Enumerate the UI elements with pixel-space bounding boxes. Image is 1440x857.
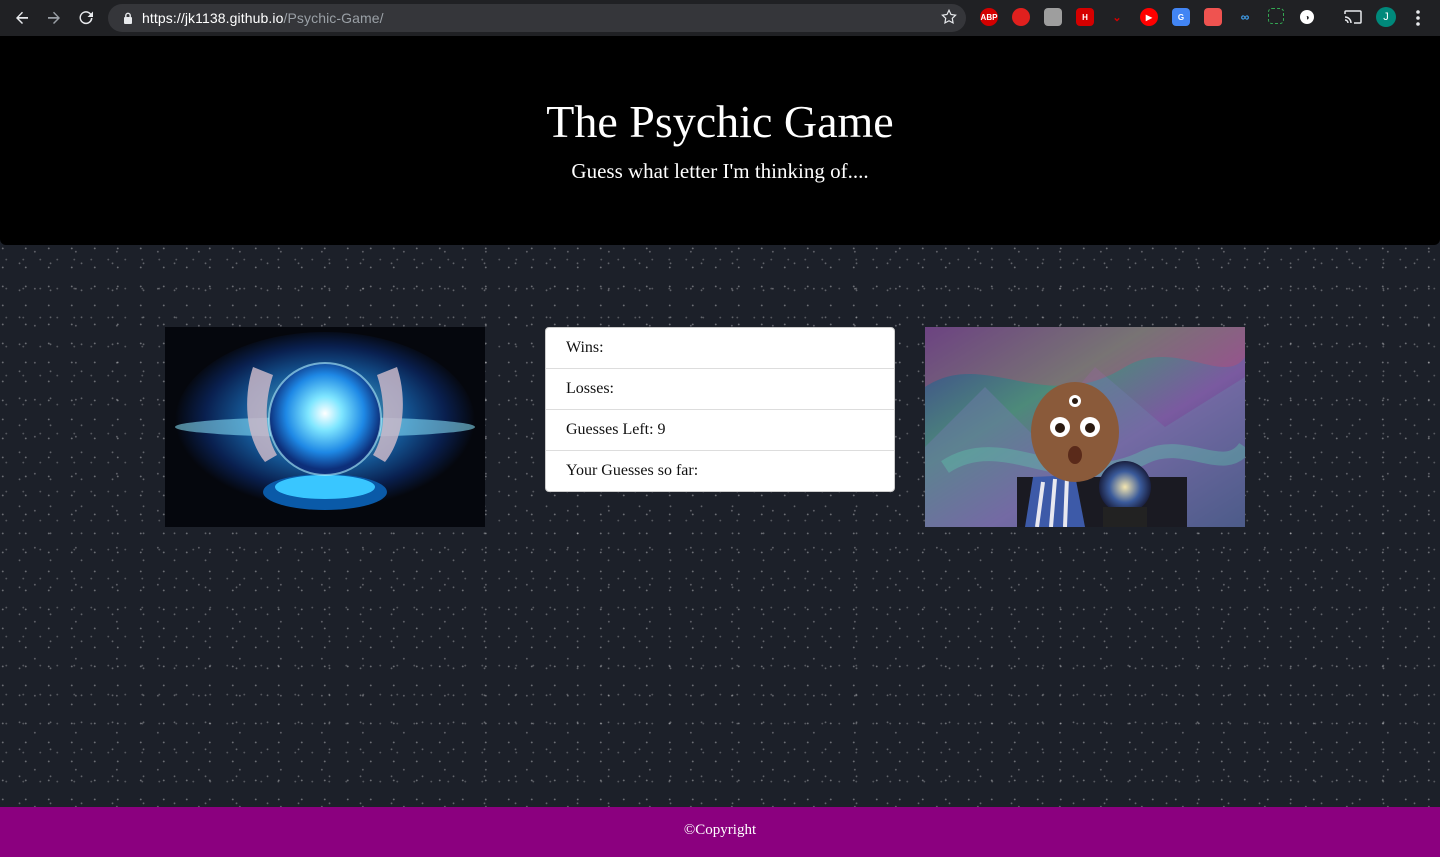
page-subtitle: Guess what letter I'm thinking of....: [571, 159, 869, 183]
wins-row: Wins:: [546, 328, 894, 369]
back-icon[interactable]: [6, 2, 38, 34]
circle-extension-icon[interactable]: ◑: [1300, 10, 1314, 24]
youtube-extension-icon[interactable]: ▶: [1140, 8, 1158, 26]
address-bar[interactable]: https://jk1138.github.io/Psychic-Game/: [108, 4, 966, 32]
cast-icon[interactable]: [1344, 8, 1362, 26]
adblock-extension-icon[interactable]: ABP: [980, 8, 998, 26]
guesses-left-row: Guesses Left: 9: [546, 410, 894, 451]
footer: ©Copyright: [0, 807, 1440, 857]
page-title: The Psychic Game: [546, 96, 894, 147]
bookmark-star-icon[interactable]: [940, 8, 958, 31]
hand-extension-icon[interactable]: [1012, 8, 1030, 26]
forward-icon[interactable]: [38, 2, 70, 34]
translate-extension-icon[interactable]: G: [1172, 8, 1190, 26]
psychic-baby-image: [925, 327, 1245, 527]
url-text: https://jk1138.github.io/Psychic-Game/: [142, 10, 384, 26]
profile-avatar[interactable]: J: [1376, 7, 1396, 27]
chevron-extension-icon[interactable]: ⌄: [1108, 8, 1126, 26]
losses-row: Losses:: [546, 369, 894, 410]
scoreboard-card: Wins: Losses: Guesses Left: 9 Your Guess…: [545, 327, 895, 492]
h-extension-icon[interactable]: H: [1076, 8, 1094, 26]
browser-toolbar: https://jk1138.github.io/Psychic-Game/ A…: [0, 0, 1440, 36]
reload-icon[interactable]: [70, 2, 102, 34]
menu-kebab-icon[interactable]: [1410, 8, 1426, 28]
link-extension-icon[interactable]: ∞: [1236, 8, 1254, 26]
guesses-so-far-row: Your Guesses so far:: [566, 462, 699, 479]
lock-icon: [120, 12, 136, 24]
header-jumbotron: The Psychic Game Guess what letter I'm t…: [0, 36, 1440, 245]
crop-extension-icon[interactable]: [1268, 8, 1284, 24]
record-extension-icon[interactable]: [1204, 8, 1222, 26]
url-path: /Psychic-Game/: [283, 10, 384, 26]
gray-extension-icon[interactable]: [1044, 8, 1062, 26]
copyright-text: ©Copyright: [683, 822, 757, 838]
crystal-ball-image: [165, 327, 485, 527]
url-host: https://jk1138.github.io: [142, 10, 284, 26]
